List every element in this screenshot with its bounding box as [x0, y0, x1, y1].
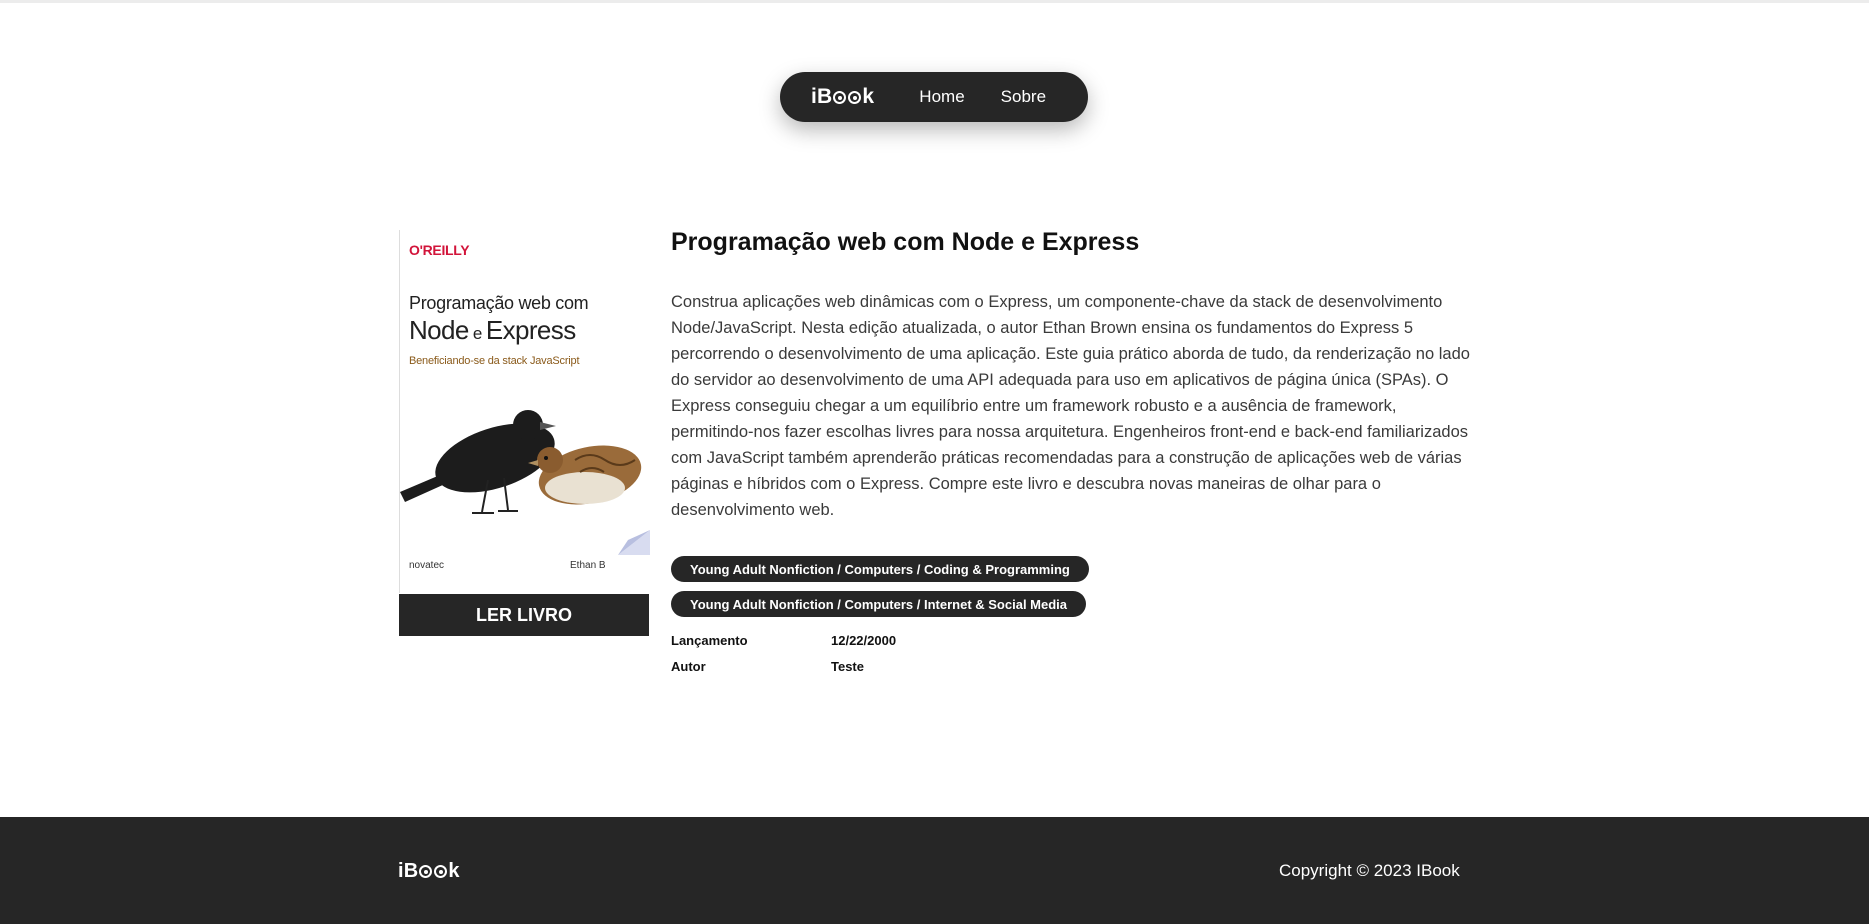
book-cover: O'REILLY Programação web com Node e Expr…: [399, 230, 650, 593]
book-logo-icon: [419, 865, 433, 878]
copyright-text: Copyright © 2023 IBook: [1279, 861, 1460, 880]
top-border: [0, 0, 1869, 3]
nav-logo[interactable]: iB k: [811, 85, 874, 109]
book-title: Programação web com Node e Express: [671, 228, 1140, 256]
release-label: Lançamento: [671, 633, 748, 648]
cover-publisher: O'REILLY: [409, 242, 470, 258]
cover-imprint: novatec: [409, 560, 445, 571]
cover-subtitle: Beneficiando-se da stack JavaScript: [409, 355, 580, 367]
book-logo-icon: [833, 90, 847, 104]
cover-author: Ethan B: [570, 560, 606, 571]
category-tag[interactable]: Young Adult Nonfiction / Computers / Int…: [671, 591, 1087, 617]
book-logo-icon: [848, 90, 862, 104]
author-value: Teste: [831, 659, 864, 674]
author-label: Autor: [671, 659, 706, 674]
navbar: iB k Home Sobre: [780, 72, 1088, 122]
nav-link-home[interactable]: Home: [919, 87, 964, 107]
category-tag[interactable]: Young Adult Nonfiction / Computers / Cod…: [671, 556, 1089, 582]
cover-birds-illustration: [400, 410, 650, 555]
nav-link-sobre[interactable]: Sobre: [1001, 87, 1046, 107]
footer: iB k Copyright © 2023 IBook: [0, 817, 1869, 924]
release-value: 12/22/2000: [831, 633, 897, 648]
book-description: Construa aplicações web dinâmicas com o …: [671, 293, 1470, 519]
cover-title-line1: Programação web com: [409, 293, 589, 313]
read-book-button[interactable]: LER LIVRO: [399, 594, 649, 636]
book-logo-icon: [434, 865, 448, 878]
footer-logo[interactable]: iB k: [398, 860, 460, 883]
cover-title-line2: Node e Express: [409, 315, 576, 345]
